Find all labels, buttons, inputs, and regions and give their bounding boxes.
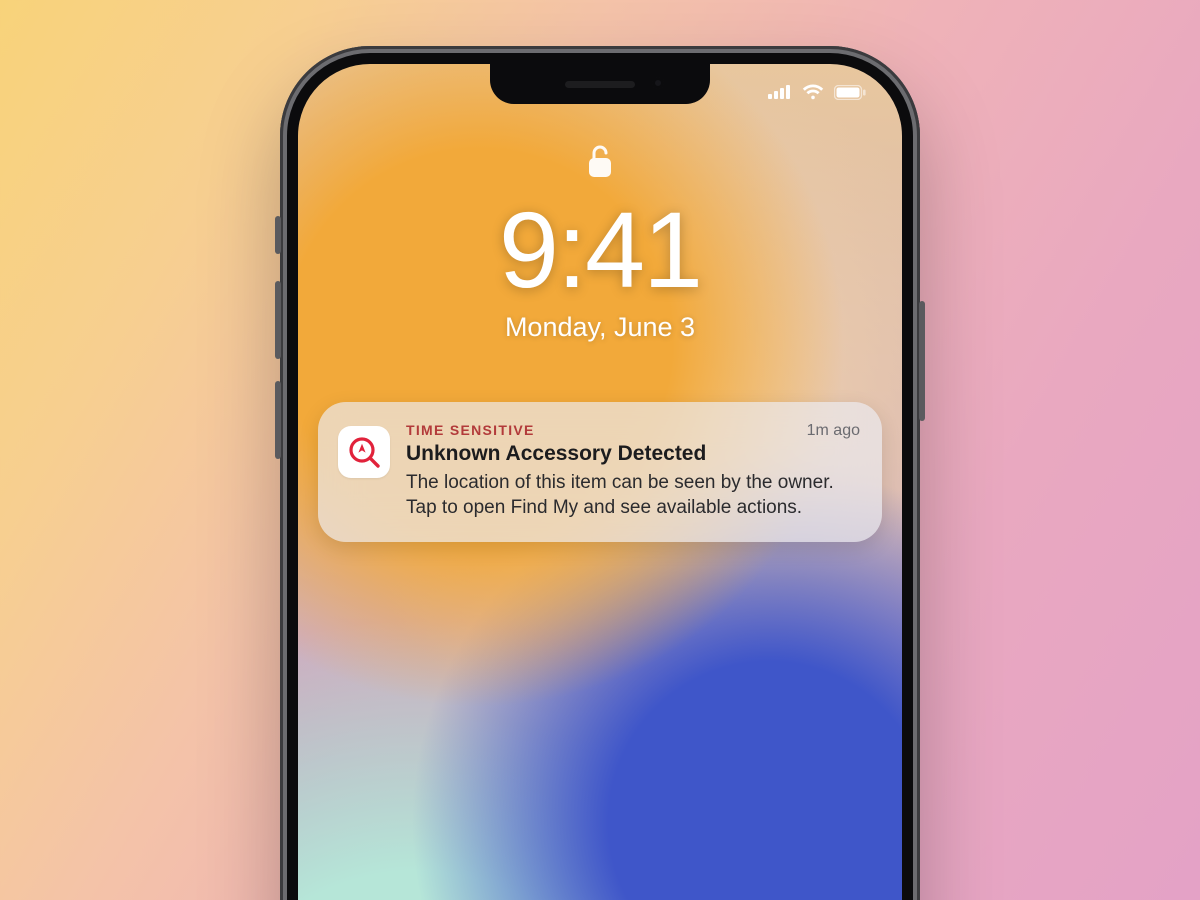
battery-icon: [834, 85, 866, 100]
volume-up-button[interactable]: [275, 281, 281, 359]
power-button[interactable]: [919, 301, 925, 421]
unlock-icon: [586, 142, 614, 185]
notification-timestamp: 1m ago: [807, 422, 860, 440]
status-bar: [768, 84, 866, 100]
mute-switch[interactable]: [275, 216, 281, 254]
wifi-icon: [802, 84, 824, 100]
cellular-signal-icon: [768, 85, 792, 99]
notification-card[interactable]: TIME SENSITIVE 1m ago Unknown Accessory …: [318, 402, 882, 542]
earpiece-speaker: [565, 81, 635, 88]
lock-screen[interactable]: 9:41 Monday, June 3 TIME SENSITIVE 1m ag…: [298, 64, 902, 900]
notch: [490, 64, 710, 104]
lock-header: 9:41 Monday, June 3: [298, 142, 902, 343]
volume-down-button[interactable]: [275, 381, 281, 459]
iphone-frame: 9:41 Monday, June 3 TIME SENSITIVE 1m ag…: [280, 46, 920, 900]
clock-time: 9:41: [298, 193, 902, 306]
notification-title: Unknown Accessory Detected: [406, 442, 860, 466]
time-sensitive-badge: TIME SENSITIVE: [406, 422, 535, 438]
find-my-app-icon: [338, 426, 390, 478]
front-camera: [652, 77, 664, 89]
notification-body: The location of this item can be seen by…: [406, 470, 860, 520]
clock-date: Monday, June 3: [298, 312, 902, 343]
